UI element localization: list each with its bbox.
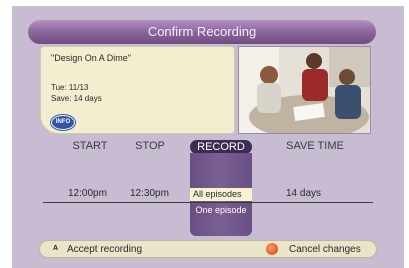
record-option-one-episode[interactable]: One episode: [190, 205, 252, 215]
column-header-stop: STOP: [135, 140, 165, 152]
row-divider: [43, 202, 373, 203]
start-time-value[interactable]: 12:00pm: [68, 188, 107, 199]
program-title: "Design On A Dime": [51, 53, 131, 63]
program-thumbnail-image: [239, 47, 370, 133]
column-header-record: RECORD: [190, 140, 252, 154]
column-header-start: START: [72, 140, 108, 152]
program-info-panel: "Design On A Dime" Tue: 11/13 Save: 14 d…: [40, 46, 235, 134]
cancel-circle-icon: [266, 243, 278, 255]
accept-recording-label: Accept recording: [67, 244, 143, 255]
info-button[interactable]: INFO: [51, 115, 75, 130]
record-option-all-episodes[interactable]: All episodes: [190, 188, 252, 201]
dialog-title: Confirm Recording: [28, 20, 376, 44]
accept-key-letter: A: [53, 245, 59, 252]
cancel-changes-label: Cancel changes: [289, 244, 361, 255]
program-save-duration: Save: 14 days: [51, 94, 102, 103]
program-thumbnail: [238, 46, 371, 134]
program-date: Tue: 11/13: [51, 83, 89, 92]
footer-bar: A Accept recording Cancel changes: [39, 240, 377, 258]
save-time-value[interactable]: 14 days: [286, 188, 321, 199]
stop-time-value[interactable]: 12:30pm: [130, 188, 169, 199]
column-header-save-time: SAVE TIME: [286, 140, 344, 152]
